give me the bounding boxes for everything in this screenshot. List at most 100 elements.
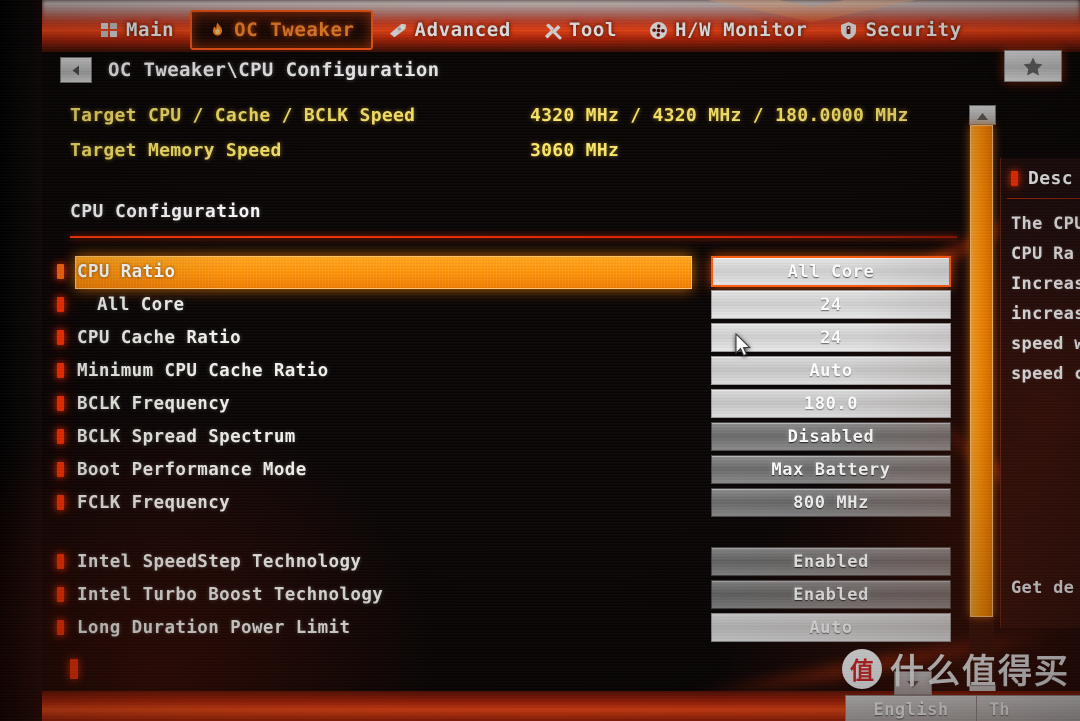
setting-label: Intel Turbo Boost Technology [77,584,384,605]
tab-advanced[interactable]: Advanced [373,12,527,48]
target-speed-summary: Target CPU / Cache / BCLK Speed 4320 MHz… [70,105,950,175]
left-triangle-icon [70,64,83,77]
next-button[interactable]: Th [976,695,1080,721]
section-divider [70,236,957,238]
scroll-down-page-button[interactable] [894,671,932,695]
breadcrumb: OC Tweaker\CPU Configuration [60,57,440,83]
language-button[interactable]: English [845,695,977,721]
bullet-marker-icon [57,297,64,312]
setting-value-slot: Auto [711,611,951,644]
main-tab-bar: Main OC Tweaker Advanced Tool H/W Monito… [42,0,1080,52]
setting-value-slot: Enabled [711,545,951,578]
bullet-marker-icon [57,330,64,345]
back-button[interactable] [60,57,92,83]
setting-value-button[interactable]: 180.0 [711,389,951,418]
tab-security-label: Security [865,19,962,41]
setting-label: Minimum CPU Cache Ratio [77,360,329,381]
target-cpu-cache-bclk-label: Target CPU / Cache / BCLK Speed [70,105,416,126]
setting-value-slot: Enabled [711,578,951,611]
bullet-marker-icon [57,429,64,444]
description-panel: Desc The CPU CPU Ra Increas increas speed w s… [1000,158,1080,628]
vertical-scrollbar[interactable] [969,105,996,705]
tab-hw-monitor[interactable]: H/W Monitor [633,12,823,48]
bullet-marker-icon [1011,171,1018,186]
setting-label: Boot Performance Mode [77,459,307,480]
setting-value-button[interactable]: Max Battery [711,455,951,484]
description-line: Increas [1011,274,1080,294]
target-row: Target CPU / Cache / BCLK Speed 4320 MHz… [70,105,950,140]
monitor-bezel [0,0,42,721]
description-line: speed c [1011,364,1080,384]
bullet-marker-icon [57,587,64,602]
description-line: The CPU [1011,214,1080,234]
setting-value-button[interactable]: Enabled [711,580,951,609]
description-footer-line: Get de [1011,578,1075,598]
flame-icon [208,21,227,40]
scrollbar-thumb[interactable] [970,125,993,617]
setting-value-button[interactable]: All Core [711,256,951,287]
description-title: Desc [1028,168,1073,189]
settings-value-list: All Core 24 24 Auto 180.0 Disabled Max Battery… [711,255,951,644]
target-memory-speed-label: Target Memory Speed [70,140,282,161]
setting-label: CPU Cache Ratio [77,327,242,348]
tab-main[interactable]: Main [42,12,190,48]
star-icon [1022,56,1044,77]
bullet-marker-icon [57,462,64,477]
bullet-marker-icon [57,620,64,635]
mouse-cursor [735,332,753,363]
bullet-marker-icon [57,554,64,569]
description-text: The CPU CPU Ra Increas increas speed w speed … [1001,199,1080,389]
setting-value-slot: 24 [711,288,951,321]
breadcrumb-path: OC Tweaker\CPU Configuration [108,59,440,81]
scroll-up-button[interactable] [969,105,996,125]
tab-hw-monitor-label: H/W Monitor [675,19,808,41]
setting-value-button[interactable]: Auto [711,613,951,642]
grid-icon [100,21,119,40]
setting-value-slot: 800 MHz [711,486,951,519]
setting-value-button[interactable]: 800 MHz [711,488,951,517]
watermark: 值 什么值得买 [842,644,1070,693]
setting-value-slot: All Core [711,255,951,288]
setting-label: Long Duration Power Limit [77,617,351,638]
tab-oc-tweaker[interactable]: OC Tweaker [190,10,373,50]
setting-label: BCLK Spread Spectrum [77,426,296,447]
description-header: Desc [1001,158,1080,189]
rocket-icon [389,21,408,40]
target-cpu-cache-bclk-value: 4320 MHz / 4320 MHz / 180.0000 MHz [530,105,909,126]
triangle-down-icon [906,674,920,693]
setting-label: All Core [97,294,185,315]
bios-screen: Main OC Tweaker Advanced Tool H/W Monito… [0,0,1080,721]
scrollbar-track[interactable] [969,125,994,685]
setting-value-button[interactable]: Disabled [711,422,951,451]
setting-label: BCLK Frequency [77,393,231,414]
setting-label: FCLK Frequency [77,492,231,513]
page-title: CPU Configuration [70,201,262,222]
wrench-icon [543,21,562,40]
fan-icon [649,21,668,40]
setting-value-button[interactable]: 24 [711,290,951,319]
bullet-marker-icon [57,264,64,279]
setting-label: CPU Ratio [77,261,176,282]
bullet-marker-icon [57,396,64,411]
target-row: Target Memory Speed 3060 MHz [70,140,950,175]
tab-tool-label: Tool [568,19,618,41]
watermark-logo: 值 [842,648,882,689]
bullet-marker-icon [57,363,64,378]
tab-main-label: Main [126,19,175,41]
tab-list: Main OC Tweaker Advanced Tool H/W Monito… [42,10,978,50]
description-line: increas [1011,304,1080,324]
setting-value-slot: Disabled [711,420,951,453]
tab-tool[interactable]: Tool [527,12,633,48]
triangle-up-icon [976,106,989,125]
shield-icon [839,21,858,40]
bullet-marker-icon [57,495,64,510]
favorites-button[interactable] [1004,50,1062,82]
bullet-marker-icon [70,659,78,679]
setting-value-button[interactable]: Enabled [711,547,951,576]
tab-security[interactable]: Security [823,12,977,48]
target-memory-speed-value: 3060 MHz [530,140,620,161]
setting-value-slot: Max Battery [711,453,951,486]
description-line: CPU Ra [1011,244,1075,264]
description-footer: Get de [1011,578,1074,598]
setting-value-slot: 180.0 [711,387,951,420]
